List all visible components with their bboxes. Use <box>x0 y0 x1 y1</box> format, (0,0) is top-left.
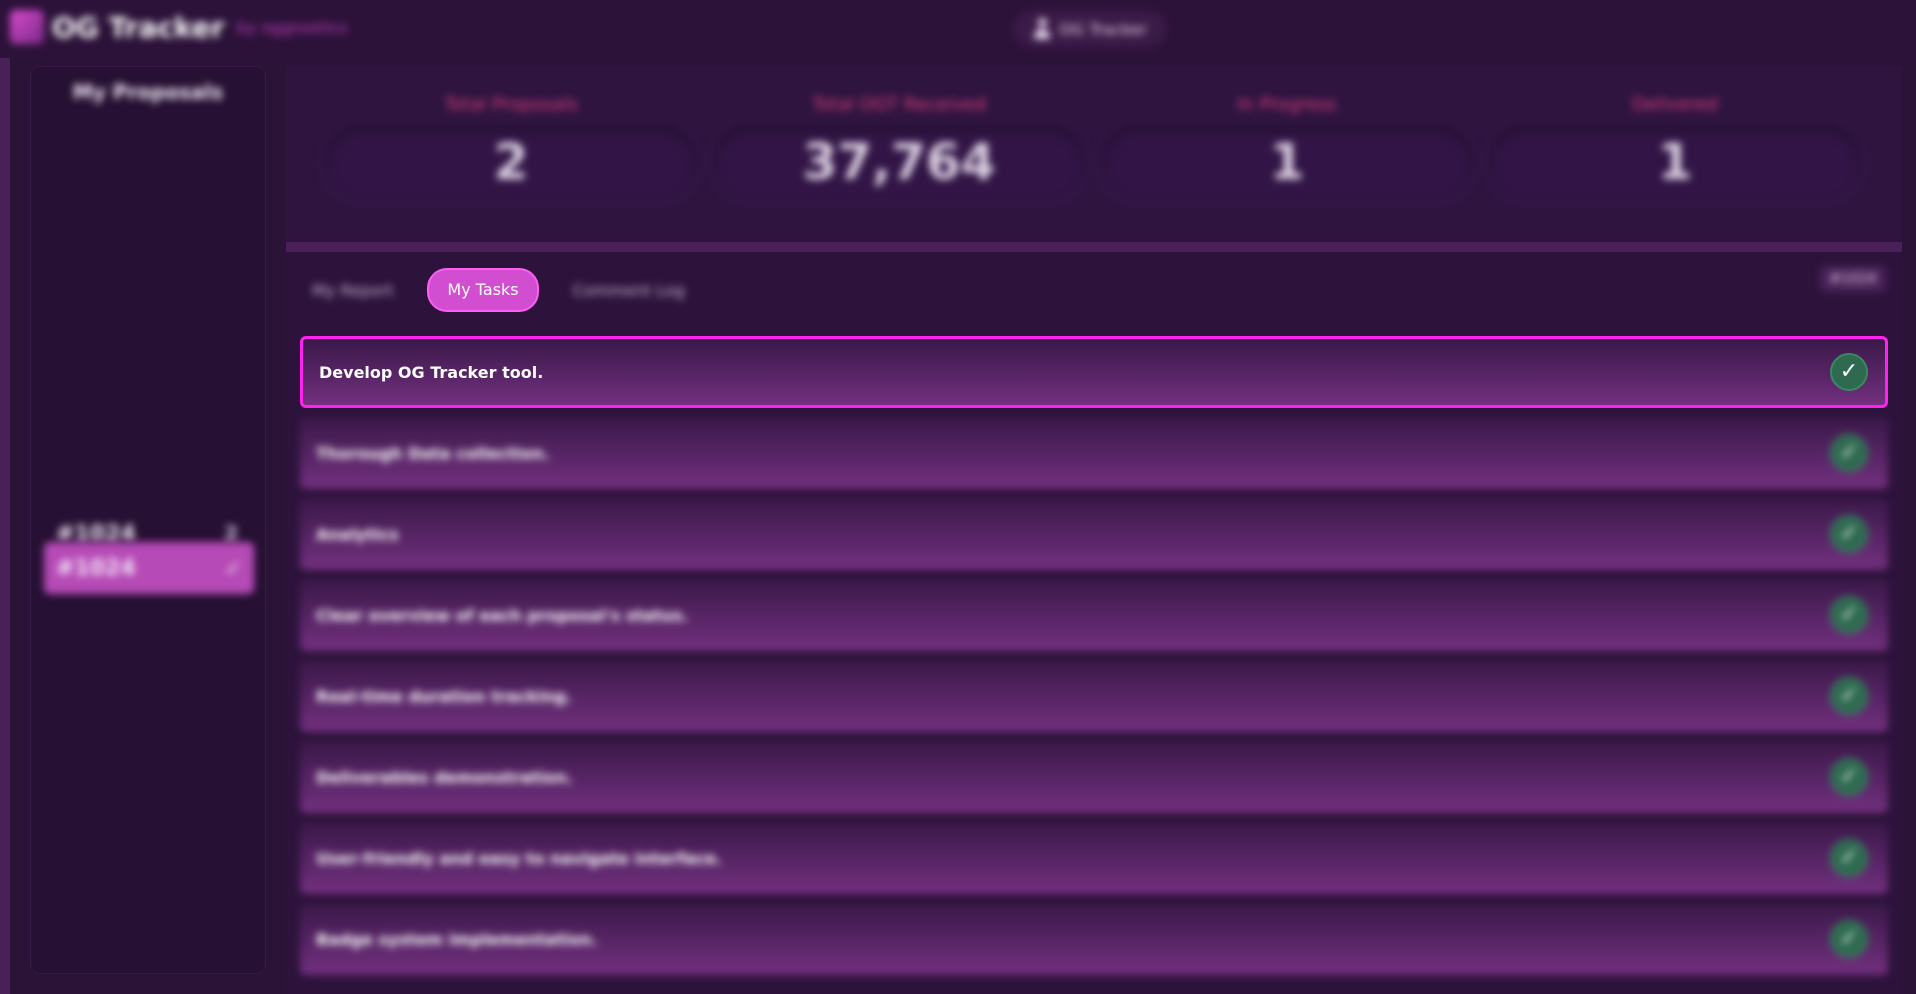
tab-my-report[interactable]: My Report <box>300 281 405 300</box>
sidebar-item-proposal-selected[interactable]: #1024 ✓ <box>44 542 254 594</box>
check-icon[interactable]: ✓ <box>1830 596 1868 634</box>
task-text: Clear overview of each proposal's status… <box>316 605 689 625</box>
task-row[interactable]: Clear overview of each proposal's status… <box>300 579 1888 651</box>
stat-in-progress: In Progress 1 <box>1098 94 1476 224</box>
task-text: Badge system implementation. <box>316 929 598 949</box>
check-icon[interactable]: ✓ <box>1830 758 1868 796</box>
stat-value: 1 <box>1486 122 1864 202</box>
tab-bar: My Report My Tasks Comment Log <box>300 268 697 312</box>
user-menu-button[interactable]: OG Tracker <box>1013 10 1167 48</box>
stat-total-ogt: Total OGT Received 37,764 <box>710 94 1088 224</box>
task-row[interactable]: User-friendly and easy to navigate inter… <box>300 822 1888 894</box>
check-icon[interactable]: ✓ <box>1830 353 1868 391</box>
check-icon[interactable]: ✓ <box>1830 515 1868 553</box>
stat-value: 37,764 <box>710 122 1088 202</box>
left-rail <box>0 58 10 994</box>
proposals-sidebar: My Proposals #1024 2 #1024 ✓ <box>30 66 266 974</box>
task-row[interactable]: Real-time duration tracking. ✓ <box>300 660 1888 732</box>
tab-comment-log[interactable]: Comment Log <box>561 281 697 300</box>
task-row[interactable]: Thorough Data collection. ✓ <box>300 417 1888 489</box>
check-icon[interactable]: ✓ <box>1830 920 1868 958</box>
stat-total-proposals: Total Proposals 2 <box>322 94 700 224</box>
task-text: Analytics <box>316 524 399 544</box>
check-icon[interactable]: ✓ <box>1830 434 1868 472</box>
stat-label: Delivered <box>1631 94 1719 115</box>
task-text: User-friendly and easy to navigate inter… <box>316 848 722 868</box>
proposal-id: #1024 <box>56 555 136 581</box>
stats-panel: Total Proposals 2 Total OGT Received 37,… <box>286 66 1902 252</box>
tab-my-tasks[interactable]: My Tasks <box>427 268 539 312</box>
stat-value: 1 <box>1098 122 1476 202</box>
user-label: OG Tracker <box>1059 19 1147 39</box>
sidebar-title: My Proposals <box>72 80 224 104</box>
stat-label: Total OGT Received <box>812 94 986 115</box>
logo-icon <box>10 10 44 44</box>
task-row[interactable]: Badge system implementation. ✓ <box>300 903 1888 975</box>
user-icon <box>1033 18 1051 40</box>
task-text: Deliverables demonstration. <box>316 767 573 787</box>
check-icon: ✓ <box>225 556 242 580</box>
app-subtitle: by oggnostics <box>236 17 348 37</box>
check-icon[interactable]: ✓ <box>1830 839 1868 877</box>
task-text: Real-time duration tracking. <box>316 686 572 706</box>
task-row-active[interactable]: Develop OG Tracker tool. ✓ <box>300 336 1888 408</box>
proposal-id-badge: #1024 <box>1820 266 1886 292</box>
check-icon[interactable]: ✓ <box>1830 677 1868 715</box>
app-window: OG Tracker by oggnostics OG Tracker My P… <box>0 0 1916 994</box>
task-text: Develop OG Tracker tool. <box>319 362 544 382</box>
app-title: OG Tracker <box>52 10 225 44</box>
task-row[interactable]: Analytics ✓ <box>300 498 1888 570</box>
task-row[interactable]: Deliverables demonstration. ✓ <box>300 741 1888 813</box>
task-text: Thorough Data collection. <box>316 443 550 463</box>
stat-label: In Progress <box>1237 94 1337 115</box>
main-content: My Report My Tasks Comment Log #1024 Dev… <box>286 252 1902 994</box>
top-bar: OG Tracker by oggnostics OG Tracker <box>0 0 1916 58</box>
task-list: Develop OG Tracker tool. ✓ Thorough Data… <box>300 336 1888 984</box>
stat-value: 2 <box>322 122 700 202</box>
logo[interactable]: OG Tracker by oggnostics <box>10 10 347 44</box>
stat-label: Total Proposals <box>444 94 578 115</box>
stat-delivered: Delivered 1 <box>1486 94 1864 224</box>
